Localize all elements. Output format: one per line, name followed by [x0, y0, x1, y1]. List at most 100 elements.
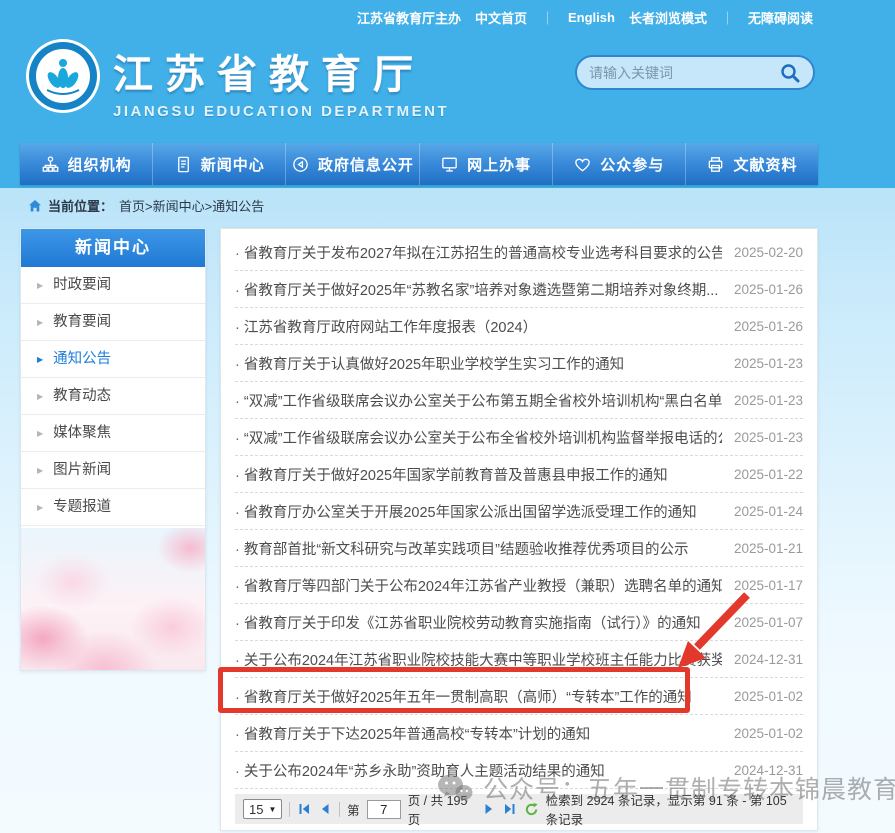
sidebar-item-label: 通知公告 [53, 341, 111, 378]
news-row: “双减”工作省级联席会议办公室关于公布第五期全省校外培训机构“黑白名单...20… [235, 382, 803, 419]
news-doc-icon [174, 155, 193, 174]
divider [339, 802, 340, 817]
department-seal-logo-icon [25, 38, 101, 114]
triangle-bullet-icon: ▶ [37, 378, 43, 415]
nav-label: 文献资料 [733, 154, 797, 175]
news-date: 2025-01-22 [734, 467, 803, 482]
archive-icon [706, 155, 725, 174]
search-input[interactable] [589, 65, 779, 81]
info-circle-icon [291, 155, 310, 174]
header-zone: 江苏省教育厅主办 中文首页 ｜ English 长者浏览模式 ｜ 无障碍阅读 [0, 0, 895, 188]
triangle-bullet-icon: ▶ [37, 267, 43, 304]
sidebar-item[interactable]: ▶ 时政要闻 [21, 267, 205, 304]
page-label-prefix: 第 [347, 800, 360, 819]
sidebar-item-label: 媒体聚焦 [53, 415, 111, 452]
news-link[interactable]: 教育部首批“新文科研究与改革实践项目”结题验收推荐优秀项目的公示 [235, 538, 722, 559]
sidebar-item[interactable]: ▶教育动态 [21, 378, 205, 415]
sidebar-item-label: 时政要闻 [53, 267, 111, 304]
topbar-link-chinese-home[interactable]: 中文首页 [475, 8, 527, 27]
breadcrumb-prefix: 当前位置： [48, 196, 113, 215]
breadcrumb: 当前位置： 首页>新闻中心>通知公告 [28, 196, 264, 215]
next-page-icon [482, 802, 496, 816]
topbar-separator: ｜ [541, 8, 554, 27]
triangle-bullet-icon: ▶ [37, 304, 43, 341]
nav-item-organization[interactable]: 组织机构 [20, 143, 152, 185]
site-subtitle: JIANGSU EDUCATION DEPARTMENT [113, 103, 449, 120]
prev-page-icon [318, 802, 332, 816]
nav-label: 网上办事 [467, 154, 531, 175]
news-row: 省教育厅关于印发《江苏省职业院校劳动教育实施指南（试行）》的通知 2025-01-… [235, 604, 803, 641]
sidebar-item[interactable]: ▶图片新闻 [21, 452, 205, 489]
heart-icon [573, 155, 592, 174]
news-date: 2025-01-23 [734, 356, 803, 371]
chevron-down-icon: ▼ [268, 805, 276, 814]
sidebar-item[interactable]: ▶ 教育要闻 [21, 304, 205, 341]
page-number-input[interactable] [367, 800, 401, 819]
news-row: 教育部首批“新文科研究与改革实践项目”结题验收推荐优秀项目的公示 2025-01-… [235, 530, 803, 567]
news-date: 2025-01-07 [734, 615, 803, 630]
nav-label: 政府信息公开 [318, 154, 414, 175]
prev-page-button[interactable] [318, 802, 332, 817]
topbar-link-english[interactable]: English [568, 10, 615, 25]
news-row: 省教育厅关于做好2025年国家学前教育普及普惠县申报工作的通知 2025-01-2… [235, 456, 803, 493]
news-link[interactable]: 省教育厅办公室关于开展2025年国家公派出国留学选派受理工作的通知 [235, 501, 722, 522]
triangle-bullet-icon: ▶ [37, 415, 43, 452]
news-link[interactable]: “双减”工作省级联席会议办公室关于公布第五期全省校外培训机构“黑白名单... [235, 390, 722, 411]
last-page-button[interactable] [503, 802, 517, 817]
news-date: 2025-01-21 [734, 541, 803, 556]
search-box [575, 55, 815, 90]
main-nav: 组织机构 新闻中心 政府信息公开 [20, 143, 818, 185]
refresh-icon[interactable] [524, 801, 539, 818]
news-date: 2025-01-26 [734, 319, 803, 334]
sidebar-item[interactable]: ▶ 通知公告 [21, 341, 205, 378]
news-link[interactable]: 省教育厅关于印发《江苏省职业院校劳动教育实施指南（试行）》的通知 [235, 612, 722, 633]
news-date: 2025-01-02 [734, 689, 803, 704]
site-title-block: 江苏省教育厅 JIANGSU EDUCATION DEPARTMENT [113, 38, 449, 120]
news-date: 2025-01-23 [734, 430, 803, 445]
news-link[interactable]: 省教育厅关于下达2025年普通高校“专转本”计划的通知 [235, 723, 722, 744]
sidebar-item-label: 教育要闻 [53, 304, 111, 341]
page-size-select[interactable]: 15 ▼ [243, 799, 282, 819]
page-label-suffix: 页 / 共 195 页 [408, 790, 475, 828]
topbar-separator: ｜ [721, 8, 734, 27]
nav-item-gov-info[interactable]: 政府信息公开 [285, 143, 418, 185]
triangle-bullet-icon: ▶ [37, 489, 43, 526]
search-icon[interactable] [779, 62, 801, 84]
news-row: 省教育厅关于认真做好2025年职业学校学生实习工作的通知 2025-01-23 [235, 345, 803, 382]
nav-item-documents[interactable]: 文献资料 [685, 143, 818, 185]
news-link[interactable]: 江苏省教育厅政府网站工作年度报表（2024） [235, 316, 722, 337]
site-logo-block: 江苏省教育厅 JIANGSU EDUCATION DEPARTMENT [25, 38, 449, 120]
breadcrumb-path[interactable]: 首页>新闻中心>通知公告 [119, 196, 264, 215]
topbar-link-elder-mode[interactable]: 长者浏览模式 [629, 8, 707, 27]
news-link[interactable]: 省教育厅关于认真做好2025年职业学校学生实习工作的通知 [235, 353, 722, 374]
news-date: 2024-12-31 [734, 763, 803, 778]
divider [289, 802, 290, 817]
news-date: 2025-01-26 [734, 282, 803, 297]
sidebar-item[interactable]: ▶ 媒体聚焦 [21, 415, 205, 452]
sidebar-item[interactable]: ▶专题报道 [21, 489, 205, 526]
news-link[interactable]: 关于公布2024年江苏省职业院校技能大赛中等职业学校班主任能力比赛获奖 [235, 649, 722, 670]
news-link[interactable]: 省教育厅等四部门关于公布2024年江苏省产业教授（兼职）选聘名单的通知 [235, 575, 722, 596]
news-row: 省教育厅办公室关于开展2025年国家公派出国留学选派受理工作的通知2025-01… [235, 493, 803, 530]
news-link[interactable]: 省教育厅关于做好2025年“苏教名家”培养对象遴选暨第二期培养对象终期... [235, 279, 722, 300]
topbar-link-accessibility[interactable]: 无障碍阅读 [748, 8, 813, 27]
news-link[interactable]: 省教育厅关于做好2025年国家学前教育普及普惠县申报工作的通知 [235, 464, 722, 485]
nav-item-online-services[interactable]: 网上办事 [419, 143, 552, 185]
topbar: 江苏省教育厅主办 中文首页 ｜ English 长者浏览模式 ｜ 无障碍阅读 [357, 8, 813, 27]
sidebar-item-label: 图片新闻 [53, 452, 111, 489]
news-row: 省教育厅关于发布2027年拟在江苏招生的普通高校专业选考科目要求的公告2025-… [235, 234, 803, 271]
triangle-bullet-icon: ▶ [37, 341, 43, 378]
news-date: 2024-12-31 [734, 652, 803, 667]
nav-item-news-center[interactable]: 新闻中心 [152, 143, 285, 185]
news-link[interactable]: 省教育厅关于做好2025年五年一贯制高职（高师）“专转本”工作的通知 [235, 686, 722, 707]
home-icon [28, 199, 42, 213]
next-page-button[interactable] [482, 802, 496, 817]
first-page-button[interactable] [297, 802, 311, 817]
news-link[interactable]: 关于公布2024年“苏乡永助”资助育人主题活动结果的通知 [235, 760, 722, 781]
nav-item-public-participation[interactable]: 公众参与 [552, 143, 685, 185]
site-title: 江苏省教育厅 [113, 42, 449, 100]
news-link[interactable]: “双减”工作省级联席会议办公室关于公布全省校外培训机构监督举报电话的公... [235, 427, 722, 448]
topbar-link-host[interactable]: 江苏省教育厅主办 [357, 8, 461, 27]
nav-label: 新闻中心 [201, 154, 265, 175]
news-link[interactable]: 省教育厅关于发布2027年拟在江苏招生的普通高校专业选考科目要求的公告 [235, 242, 722, 263]
